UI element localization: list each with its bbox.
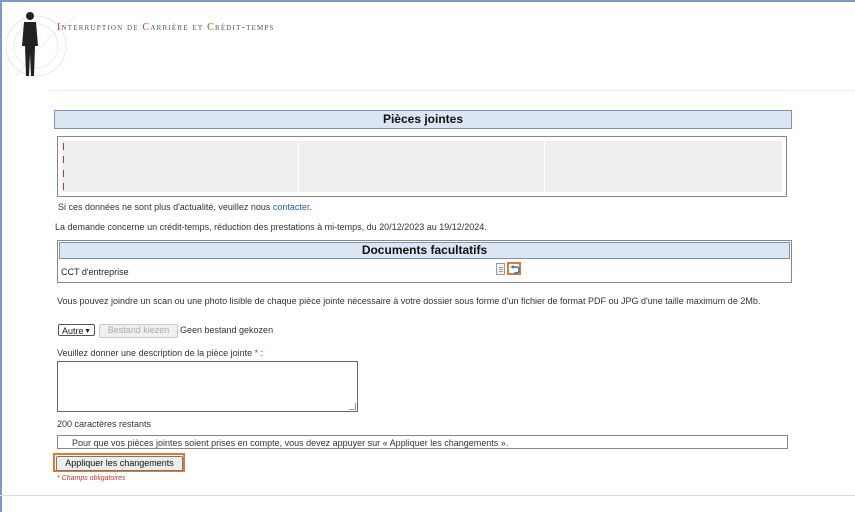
row-marker [63,156,64,163]
request-info-text: La demande concerne un crédit-temps, réd… [55,222,487,232]
header-divider [50,90,855,91]
window-left-border [0,0,2,512]
optional-documents-title: Documents facultatifs [59,242,790,259]
chars-remaining-text: 200 caractères restants [57,419,152,429]
row-marker [63,143,64,150]
window-top-border [0,0,855,2]
chevron-down-icon: ▼ [84,328,91,335]
mandatory-fields-note: * Champs obligatoires [57,475,126,482]
masked-data-area [62,141,782,192]
app-title: Interruption de Carrière et Crédit-temps [57,22,275,33]
description-textarea[interactable] [57,361,358,412]
contact-link[interactable]: contacter [273,202,310,212]
column-divider [544,141,545,192]
apply-changes-button[interactable]: Appliquer les changements [56,456,183,471]
human-figure-logo-icon [5,6,77,88]
personal-data-panel [57,136,787,197]
apply-notice: Pour que vos pièces jointes soient prise… [57,435,788,449]
footer-divider [0,495,855,496]
update-info-text: Si ces données ne sont plus d'actualité,… [58,202,312,212]
resize-handle[interactable] [349,403,356,410]
attachments-section-title: Pièces jointes [54,110,792,129]
column-divider [298,141,299,192]
row-marker [63,170,64,177]
file-status-text: Geen bestand gekozen [180,325,274,335]
upload-instructions: Vous pouvez joindre un scan ou une photo… [57,296,761,306]
document-label: CCT d'entreprise [61,267,129,277]
attachment-type-select[interactable]: Autre ▼ [58,324,95,336]
undo-icon[interactable] [507,262,521,275]
document-icon[interactable] [496,263,505,275]
row-marker [63,183,64,190]
description-label: Veuillez donner une description de la pi… [57,348,264,358]
choose-file-button[interactable]: Bestand kiezen [99,324,178,338]
